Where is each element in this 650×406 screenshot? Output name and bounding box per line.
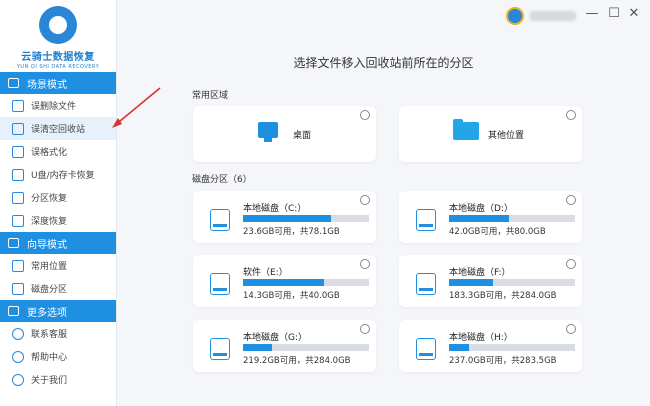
- arrow-shaft: [113, 87, 161, 127]
- arrow-head: [112, 118, 122, 128]
- annotation-arrow: [112, 87, 161, 128]
